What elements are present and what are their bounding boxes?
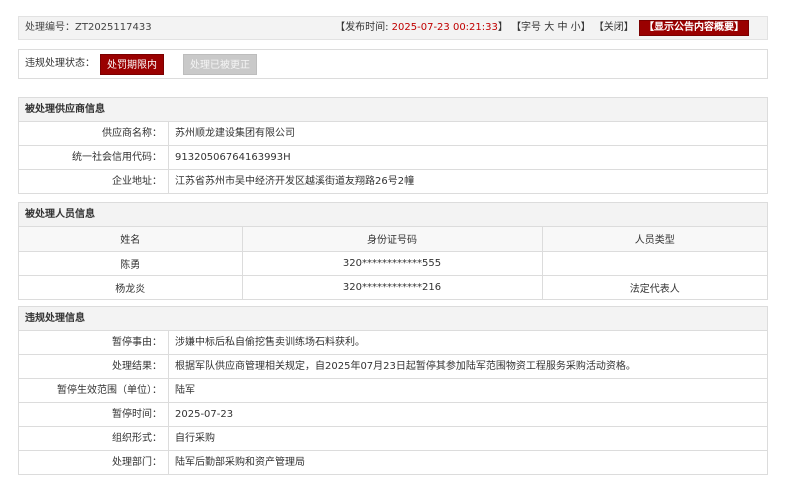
result-value: 根据军队供应商管理相关规定，自2025年07月23日起暂停其参加陆军范围物资工程… [175,361,636,372]
violation-row: 处理结果： 根据军队供应商管理相关规定，自2025年07月23日起暂停其参加陆军… [19,355,767,379]
table-header-row: 姓名 身份证号码 人员类型 [19,227,767,252]
font-size-suffix: 】 [580,22,591,33]
font-size-prefix: 【字号 [511,22,542,33]
font-small-link[interactable]: 小 [571,22,581,33]
close-link[interactable]: 【关闭】 [594,22,634,33]
supplier-row: 统一社会信用代码： 91320506764163993H [19,146,767,170]
scope-label: 暂停生效范围（单位）： [19,379,169,402]
violation-section: 违规处理信息 暂停事由： 涉嫌中标后私自偷挖售卖训练场石料获利。 处理结果： 根… [18,306,768,475]
persons-table: 姓名 身份证号码 人员类型 陈勇 320************555 杨龙炎 … [19,227,767,300]
status-label: 违规处理状态： [25,58,95,69]
supplier-section: 被处理供应商信息 供应商名称： 苏州顺龙建设集团有限公司 统一社会信用代码： 9… [18,97,768,194]
violation-row: 暂停生效范围（单位）： 陆军 [19,379,767,403]
supplier-name-label: 供应商名称： [19,122,169,145]
violation-row: 处理部门： 陆军后勤部采购和资产管理局 [19,451,767,475]
credit-code-label: 统一社会信用代码： [19,146,169,169]
person-name: 杨龙炎 [19,275,243,300]
header-tools: 【发布时间: 2025-07-23 00:21:33】 【字号 大 中 小】 【… [335,17,749,39]
reason-value: 涉嫌中标后私自偷挖售卖训练场石料获利。 [175,337,365,348]
status-active-button[interactable]: 处罚期限内 [100,54,164,75]
reason-label: 暂停事由： [19,331,169,354]
suspend-time-value: 2025-07-23 [175,409,234,420]
person-id: 320************555 [242,251,543,276]
record-code-value: ZT2025117433 [75,22,152,33]
violation-row: 组织形式： 自行采购 [19,427,767,451]
publish-suffix: 】 [497,22,508,33]
person-id: 320************216 [242,275,543,300]
persons-section-title: 被处理人员信息 [19,203,767,227]
top-info-bar: 处理编号：ZT2025117433 【发布时间: 2025-07-23 00:2… [18,16,768,40]
person-type [542,251,767,276]
status-bar: 违规处理状态： 处罚期限内 处理已被更正 [18,49,768,79]
org-form-label: 组织形式： [19,427,169,450]
publish-prefix: 【发布时间: [335,22,392,33]
person-name: 陈勇 [19,251,243,276]
department-value: 陆军后勤部采购和资产管理局 [175,457,305,468]
address-label: 企业地址： [19,170,169,193]
status-corrected-button[interactable]: 处理已被更正 [183,54,257,75]
violation-row: 暂停事由： 涉嫌中标后私自偷挖售卖训练场石料获利。 [19,331,767,355]
supplier-section-title: 被处理供应商信息 [19,98,767,122]
column-header-id: 身份证号码 [242,227,543,252]
persons-section: 被处理人员信息 姓名 身份证号码 人员类型 陈勇 320************… [18,202,768,300]
scope-value: 陆军 [175,385,195,396]
record-code-label: 处理编号： [25,22,75,33]
supplier-row: 供应商名称： 苏州顺龙建设集团有限公司 [19,122,767,146]
font-large-link[interactable]: 大 [544,22,554,33]
table-row: 陈勇 320************555 [19,251,767,276]
publish-time: 2025-07-23 00:21:33 [391,22,498,33]
violation-section-title: 违规处理信息 [19,307,767,331]
credit-code-value: 91320506764163993H [175,152,291,163]
table-row: 杨龙炎 320************216 法定代表人 [19,275,767,300]
supplier-name-value: 苏州顺龙建设集团有限公司 [175,128,295,139]
column-header-type: 人员类型 [542,227,767,252]
person-type: 法定代表人 [542,275,767,300]
address-value: 江苏省苏州市吴中经济开发区越溪街道友翔路26号2幢 [175,176,415,187]
show-summary-button[interactable]: 【显示公告内容概要】 [639,20,749,36]
column-header-name: 姓名 [19,227,243,252]
record-code: 处理编号：ZT2025117433 [25,17,152,39]
supplier-row: 企业地址： 江苏省苏州市吴中经济开发区越溪街道友翔路26号2幢 [19,170,767,194]
result-label: 处理结果： [19,355,169,378]
violation-row: 暂停时间： 2025-07-23 [19,403,767,427]
org-form-value: 自行采购 [175,433,215,444]
department-label: 处理部门： [19,451,169,474]
suspend-time-label: 暂停时间： [19,403,169,426]
font-medium-link[interactable]: 中 [557,22,567,33]
